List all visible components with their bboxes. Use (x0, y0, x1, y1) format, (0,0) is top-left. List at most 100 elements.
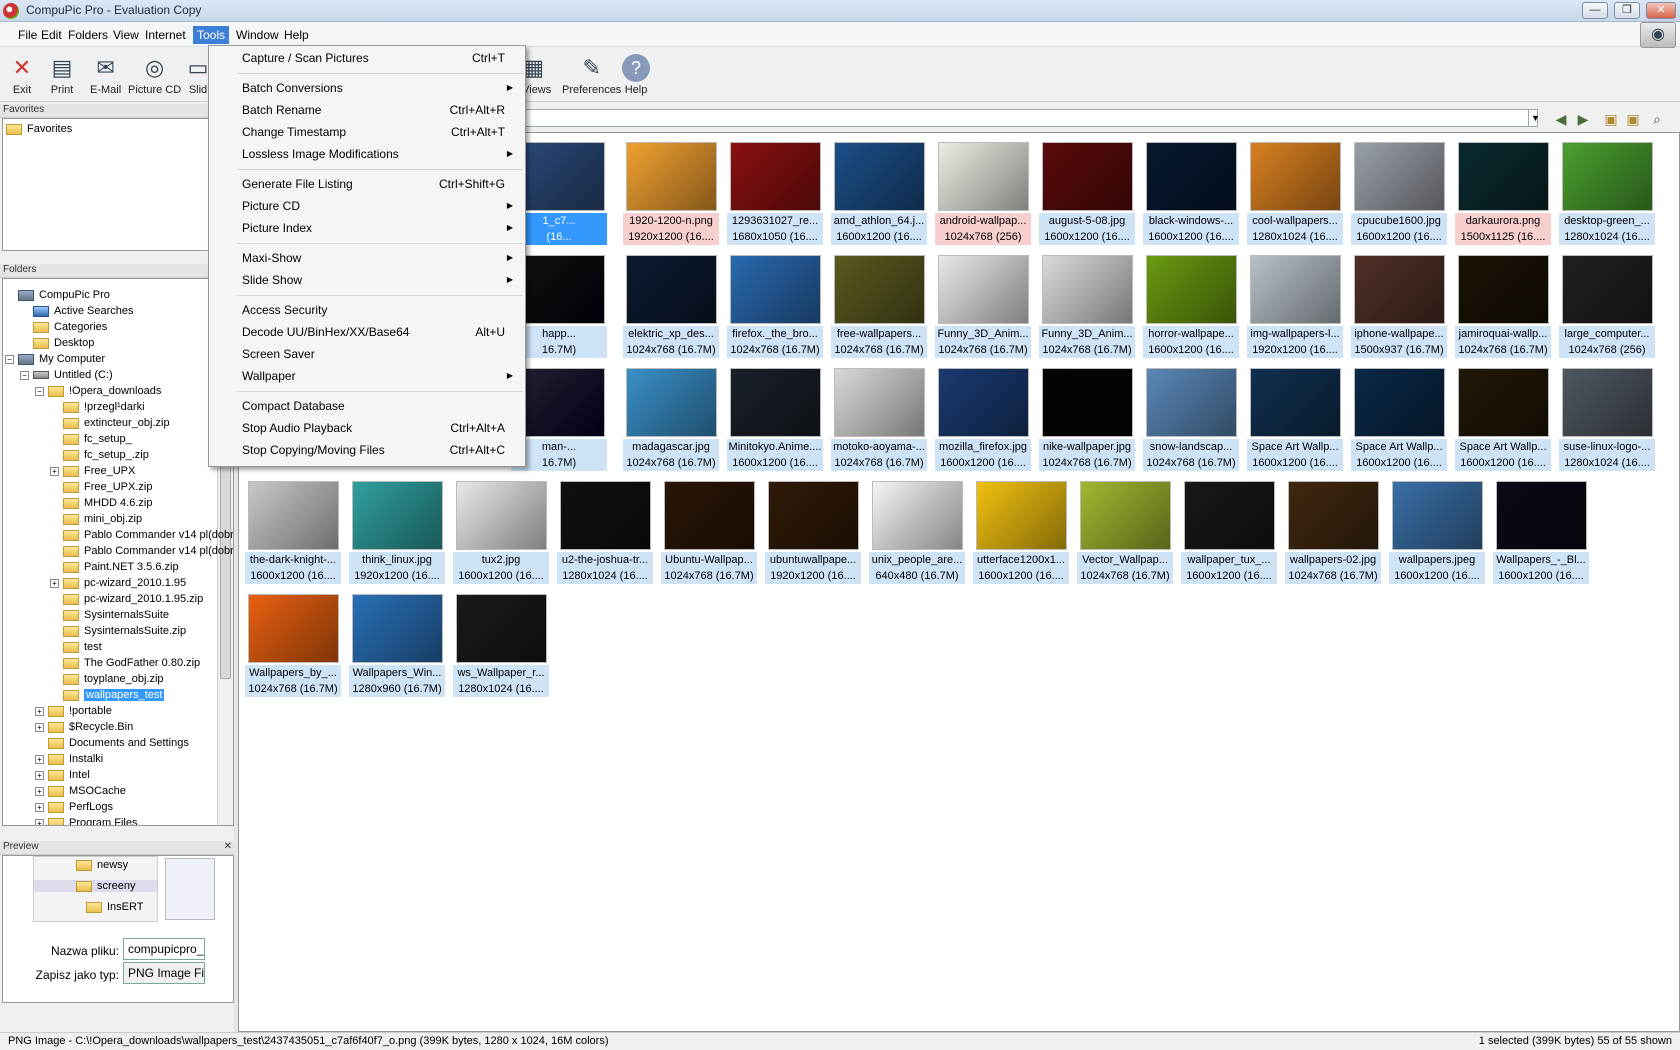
back-icon[interactable]: ◀ (1552, 110, 1570, 128)
tree-item[interactable]: MHDD 4.6.zip (63, 495, 152, 511)
tree-expand-icon[interactable]: − (20, 370, 29, 380)
thumbnail-item[interactable]: wallpaper_tux_... 1600x1200 (16.... (1181, 476, 1277, 584)
close-button[interactable]: ✕ (1646, 2, 1676, 19)
tree-item[interactable]: toyplane_obj.zip (63, 671, 164, 687)
thumbnail-item[interactable]: wallpapers-02.jpg 1024x768 (16.7M) (1285, 476, 1381, 584)
tools-menu-slide-show[interactable]: Slide Show ▶ (209, 270, 525, 290)
thumbnail-item[interactable]: nike-wallpaper.jpg 1024x768 (16.7M) (1039, 363, 1135, 471)
thumbnail-item[interactable]: mozilla_firefox.jpg 1600x1200 (16.... (935, 363, 1031, 471)
thumbnail-item[interactable]: u2-the-joshua-tr... 1280x1024 (16.... (557, 476, 653, 584)
thumbnail-item[interactable]: cool-wallpapers... 1280x1024 (16.... (1247, 137, 1343, 245)
thumbnail-item[interactable]: snow-landscap... 1024x768 (16.7M) (1143, 363, 1239, 471)
address-dropdown-button[interactable]: ▼ (1528, 110, 1542, 126)
tree-item[interactable]: + !portable (35, 703, 112, 719)
tools-menu-generate-file-listing[interactable]: Generate File Listing Ctrl+Shift+G (209, 174, 525, 194)
tree-item[interactable]: Free_UPX.zip (63, 479, 152, 495)
tools-menu-batch-conversions[interactable]: Batch Conversions ▶ (209, 78, 525, 98)
thumbnail-item[interactable]: ubuntuwallpape... 1920x1200 (16.... (765, 476, 861, 584)
thumbnail-item[interactable]: 1920-1200-n.png 1920x1200 (16.... (623, 137, 719, 245)
forward-icon[interactable]: ▶ (1574, 110, 1592, 128)
preview-folder-item[interactable]: newsy (76, 859, 128, 871)
thumbnail-item[interactable]: Minitokyo.Anime.... 1600x1200 (16.... (727, 363, 823, 471)
tools-menu-stop-audio-playback[interactable]: Stop Audio Playback Ctrl+Alt+A (209, 418, 525, 438)
preview-close-icon[interactable]: ✕ (224, 841, 232, 852)
tree-expand-icon[interactable]: − (5, 354, 14, 364)
menu-internet[interactable]: Internet (141, 26, 190, 44)
preview-folder-item[interactable]: InsERT (86, 901, 143, 913)
tools-menu-stop-copying-moving-files[interactable]: Stop Copying/Moving Files Ctrl+Alt+C (209, 440, 525, 460)
tools-menu-compact-database[interactable]: Compact Database (209, 396, 525, 416)
thumbnail-item[interactable]: black-windows-... 1600x1200 (16.... (1143, 137, 1239, 245)
thumbnail-item[interactable]: Funny_3D_Anim... 1024x768 (16.7M) (935, 250, 1031, 358)
thumbnail-item[interactable]: Funny_3D_Anim... 1024x768 (16.7M) (1039, 250, 1135, 358)
thumbnail-item[interactable]: Ubuntu-Wallpap... 1024x768 (16.7M) (661, 476, 757, 584)
tree-expand-icon[interactable]: + (35, 722, 44, 732)
tree-item[interactable]: mini_obj.zip (63, 511, 142, 527)
tree-expand-icon[interactable]: + (35, 706, 44, 716)
menu-tools[interactable]: Tools (193, 26, 230, 44)
tree-item[interactable]: wallpapers_test (63, 687, 165, 703)
tools-menu-lossless-image-modifications[interactable]: Lossless Image Modifications ▶ (209, 144, 525, 164)
tree-item[interactable]: + Program Files (35, 815, 137, 825)
tools-menu-picture-index[interactable]: Picture Index ▶ (209, 218, 525, 238)
thumbnail-item[interactable]: horror-wallpape... 1600x1200 (16.... (1143, 250, 1239, 358)
tree-item[interactable]: − My Computer (5, 351, 105, 367)
tools-menu-wallpaper[interactable]: Wallpaper ▶ (209, 366, 525, 386)
folder-icon[interactable]: ▣ (1624, 110, 1642, 128)
preview-folder-item[interactable]: screeny (34, 880, 157, 892)
thumbnail-item[interactable]: cpucube1600.jpg 1600x1200 (16.... (1351, 137, 1447, 245)
folder-up-icon[interactable]: ▣ (1602, 110, 1620, 128)
tree-item[interactable]: − Untitled (C:) (20, 367, 113, 383)
thumbnail-item[interactable]: large_computer... 1024x768 (256) (1559, 250, 1655, 358)
tools-menu-access-security[interactable]: Access Security (209, 300, 525, 320)
tree-item[interactable]: + Intel (35, 767, 90, 783)
thumbnail-item[interactable]: darkaurora.png 1500x1125 (16.... (1455, 137, 1551, 245)
tree-item[interactable]: Paint.NET 3.5.6.zip (63, 559, 179, 575)
tools-menu-batch-rename[interactable]: Batch Rename Ctrl+Alt+R (209, 100, 525, 120)
thumbnail-item[interactable]: android-wallpap... 1024x768 (256) (935, 137, 1031, 245)
filename-input[interactable]: compupicpro_ (123, 938, 205, 960)
tree-item[interactable]: + $Recycle.Bin (35, 719, 133, 735)
tree-item[interactable]: fc_setup_ (63, 431, 132, 447)
tree-item[interactable]: + pc-wizard_2010.1.95 (50, 575, 186, 591)
tools-menu-change-timestamp[interactable]: Change Timestamp Ctrl+Alt+T (209, 122, 525, 142)
minimize-button[interactable]: — (1582, 2, 1608, 19)
thumbnail-item[interactable]: think_linux.jpg 1920x1200 (16.... (349, 476, 445, 584)
toolbar-print-button[interactable]: ▤ Print (48, 54, 76, 96)
app-icon[interactable] (3, 3, 19, 19)
thumbnail-item[interactable]: free-wallpapers... 1024x768 (16.7M) (831, 250, 927, 358)
tree-item[interactable]: fc_setup_.zip (63, 447, 149, 463)
tree-expand-icon[interactable]: − (35, 386, 44, 396)
tree-item[interactable]: test (63, 639, 102, 655)
tree-item[interactable]: Active Searches (33, 303, 133, 319)
tree-item[interactable]: CompuPic Pro (18, 287, 110, 303)
thumbnail-item[interactable]: img-wallpapers-l... 1920x1200 (16.... (1247, 250, 1343, 358)
toolbar-picture-cd-button[interactable]: ◎ Picture CD (128, 54, 181, 96)
thumbnail-item[interactable]: ws_Wallpaper_r... 1280x1024 (16.... (453, 589, 549, 697)
thumbnail-item[interactable]: Wallpapers_Win... 1280x960 (16.7M) (349, 589, 445, 697)
thumbnail-item[interactable]: madagascar.jpg 1024x768 (16.7M) (623, 363, 719, 471)
menu-help[interactable]: Help (280, 26, 313, 44)
thumbnail-item[interactable]: the-dark-knight-... 1600x1200 (16.... (245, 476, 341, 584)
menu-edit[interactable]: Edit (37, 26, 66, 44)
thumbnail-item[interactable]: Space Art Wallp... 1600x1200 (16.... (1247, 363, 1343, 471)
tree-item[interactable]: Categories (33, 319, 107, 335)
tools-menu-picture-cd[interactable]: Picture CD ▶ (209, 196, 525, 216)
tree-item[interactable]: + MSOCache (35, 783, 126, 799)
thumbnail-item[interactable]: 1293631027_re... 1680x1050 (16.... (727, 137, 823, 245)
thumbnail-item[interactable]: amd_athlon_64.j... 1600x1200 (16.... (831, 137, 927, 245)
tree-item[interactable]: SysinternalsSuite (63, 607, 169, 623)
toolbar-exit-button[interactable]: ✕ Exit (8, 54, 36, 96)
thumbnail-item[interactable]: unix_people_are... 640x480 (16.7M) (869, 476, 965, 584)
toolbar-e-mail-button[interactable]: ✉ E-Mail (90, 54, 121, 96)
eye-icon[interactable]: ◉ (1640, 22, 1676, 48)
tree-item[interactable]: Pablo Commander v14 pl(dobre (63, 527, 233, 543)
tree-item[interactable]: + Free_UPX (50, 463, 135, 479)
tree-expand-icon[interactable]: + (35, 818, 44, 825)
toolbar-preferences-button[interactable]: ✎ Preferences (562, 54, 621, 96)
tree-item[interactable]: Documents and Settings (48, 735, 189, 751)
address-input[interactable] (500, 109, 1538, 127)
thumbnail-item[interactable]: suse-linux-logo-... 1280x1024 (16.... (1559, 363, 1655, 471)
tools-menu-decode-uu-binhex-xx-base64[interactable]: Decode UU/BinHex/XX/Base64 Alt+U (209, 322, 525, 342)
tools-menu-screen-saver[interactable]: Screen Saver (209, 344, 525, 364)
